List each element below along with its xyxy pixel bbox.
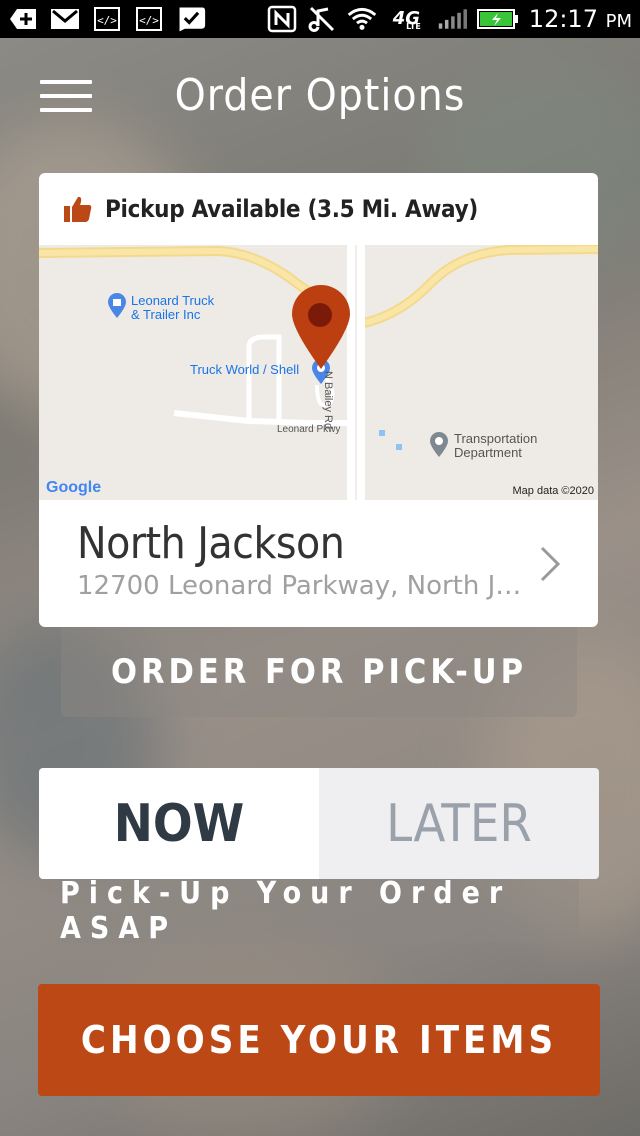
tab-now[interactable]: NOW [39, 768, 319, 879]
chevron-right-icon [540, 546, 561, 582]
road-label: Leonard Pkwy [277, 424, 341, 435]
map-label: Transportation Department [454, 431, 538, 460]
location-pin-icon [292, 285, 350, 369]
location-name: North Jackson [77, 518, 345, 569]
svg-text:</>: </> [139, 14, 159, 27]
signal-icon [437, 7, 467, 31]
header: Order Options [0, 38, 640, 158]
tab-later[interactable]: LATER [319, 768, 599, 879]
choose-your-items-button[interactable]: CHOOSE YOUR ITEMS [38, 984, 600, 1096]
order-for-pickup-button[interactable]: ORDER FOR PICK-UP [61, 627, 577, 717]
poi-marker-icon [108, 293, 126, 318]
map-copyright: Map data ©2020 [512, 485, 595, 497]
location-row[interactable]: North Jackson 12700 Leonard Parkway, Nor… [39, 500, 598, 627]
poi-marker-icon [430, 432, 448, 457]
page-title: Order Options [174, 70, 466, 121]
order-for-pickup-label: ORDER FOR PICK-UP [110, 652, 528, 692]
availability-text: Pickup Available (3.5 Mi. Away) [105, 195, 478, 223]
battery-icon [476, 7, 519, 31]
availability-row: Pickup Available (3.5 Mi. Away) [39, 173, 598, 245]
code-icon: </> [92, 7, 122, 31]
plus-icon [8, 7, 38, 31]
svg-text:</>: </> [97, 14, 117, 27]
timing-description-text: Pick-Up Your Order ASAP [60, 876, 512, 946]
gmail-icon [50, 7, 80, 31]
clock: 12:17 PM [528, 5, 632, 33]
timing-toggle: NOW LATER [39, 768, 599, 879]
location-map[interactable]: Leonard Truck & Trailer Inc Truck World … [39, 245, 598, 500]
code-icon: </> [134, 7, 164, 31]
choose-your-items-label: CHOOSE YOUR ITEMS [80, 1018, 558, 1062]
wifi-icon [347, 7, 377, 31]
thumbs-up-icon [64, 196, 92, 222]
location-card: Pickup Available (3.5 Mi. Away) Leonard … [39, 173, 598, 627]
network-indicator: 4G LTE [392, 8, 421, 31]
road-label: N Bailey Rd [322, 371, 334, 430]
google-logo: Google [46, 479, 102, 496]
check-badge-icon [176, 7, 206, 32]
timing-description: Pick-Up Your Order ASAP [60, 876, 579, 946]
map-label: Truck World / Shell [190, 362, 300, 377]
location-address: 12700 Leonard Parkway, North Jackson [77, 571, 527, 601]
map-label: Leonard Truck & Trailer Inc [131, 293, 215, 322]
nfc-icon [267, 5, 297, 33]
status-bar: </> </> 4G LTE 12:17 PM [0, 0, 640, 38]
mute-icon [307, 6, 337, 32]
